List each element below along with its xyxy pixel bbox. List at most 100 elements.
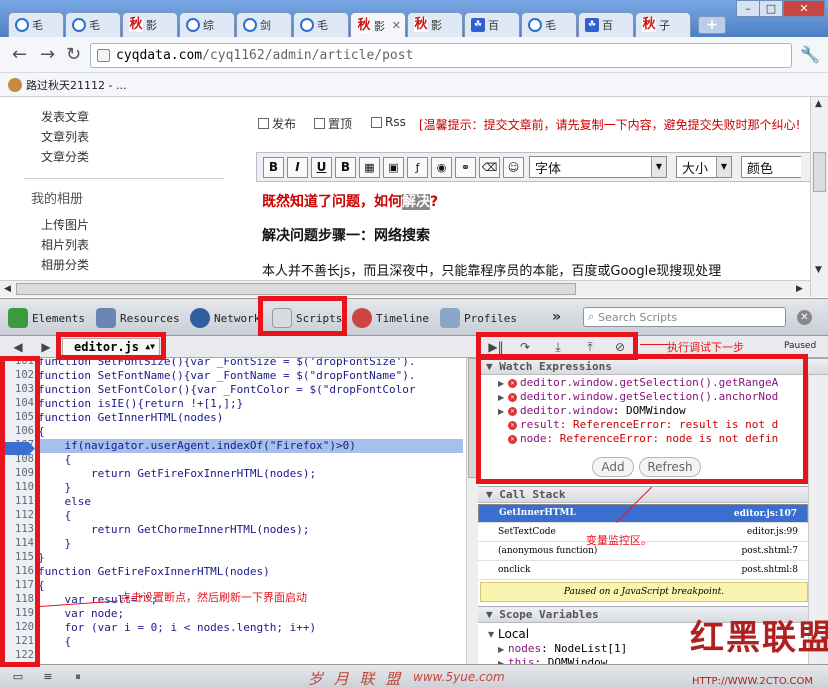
history-forward-icon[interactable]: ▶ <box>36 339 56 355</box>
media-icon[interactable]: ◉ <box>431 156 452 178</box>
tab-10[interactable]: ☘ 百 <box>578 12 634 37</box>
content-subheading[interactable]: 解决问题步骤一：网络搜索 <box>262 225 430 245</box>
flash-icon[interactable]: ƒ <box>407 156 428 178</box>
call-stack-header[interactable]: ▼ Call Stack <box>478 486 828 503</box>
sidebar-item-post[interactable]: 发表文章 <box>41 108 89 125</box>
tab-9[interactable]: 毛 <box>521 12 577 37</box>
code-line[interactable] <box>38 649 463 663</box>
history-back-icon[interactable]: ◀ <box>8 339 28 355</box>
bookmark-item[interactable]: 路过秋天21112 - ... <box>26 77 126 93</box>
tab-1[interactable]: 毛 <box>65 12 121 37</box>
close-window-button[interactable]: ✕ <box>783 0 825 17</box>
scroll-down-icon[interactable]: ▼ <box>815 265 822 275</box>
console-icon[interactable]: ≡ <box>38 669 58 685</box>
tab-2[interactable]: 秋影 <box>122 12 178 37</box>
rss-checkbox[interactable] <box>371 116 382 128</box>
call-frame[interactable]: onclick post.shtml:8 <box>478 561 808 580</box>
code-line[interactable]: function SetFontColor(){var _FontColor =… <box>38 383 463 397</box>
tab-elements[interactable]: Elements <box>8 305 85 331</box>
content-paragraph[interactable]: 本人并不善长js，而且深夜中，只能靠程序员的本能，百度或Google现搜现处理 <box>262 260 721 279</box>
code-line[interactable]: for (var i = 0; i < nodes.length; i++) <box>38 621 463 635</box>
sidebar-item-article-category[interactable]: 文章分类 <box>41 148 89 165</box>
call-frame[interactable]: GetInnerHTML editor.js:107 <box>478 504 808 523</box>
publish-checkbox[interactable] <box>258 118 269 129</box>
scope-variable[interactable]: this: DOMWindow <box>508 656 607 664</box>
scroll-right-icon[interactable]: ▶ <box>796 284 803 294</box>
font-select[interactable]: 字体 ▼ <box>529 156 667 178</box>
table-icon[interactable]: ▦ <box>359 156 380 178</box>
color-select[interactable]: 颜色 <box>741 156 801 178</box>
tab-5[interactable]: 毛 <box>293 12 349 37</box>
call-frame-function: SetTextCode <box>498 527 556 537</box>
more-tabs-icon[interactable]: » <box>552 309 561 325</box>
tab-network[interactable]: Network <box>190 305 260 331</box>
close-devtools-icon[interactable]: ✕ <box>797 310 812 325</box>
page-vertical-scrollbar[interactable]: ▲ ▼ <box>810 97 828 297</box>
close-tab-icon[interactable]: ✕ <box>392 19 401 32</box>
code-line[interactable]: else <box>38 495 463 509</box>
tab-6[interactable]: 秋影 ✕ <box>350 12 406 38</box>
code-line[interactable]: function GetInnerHTML(nodes) <box>38 411 463 425</box>
reload-button[interactable]: ↻ <box>66 45 81 65</box>
image-icon[interactable]: ▣ <box>383 156 404 178</box>
tab-timeline[interactable]: Timeline <box>352 305 429 331</box>
code-line[interactable]: var node; <box>38 607 463 621</box>
tab-7[interactable]: 秋影 <box>407 12 463 37</box>
code-line[interactable]: { <box>38 453 463 467</box>
italic-button[interactable]: I <box>287 156 308 178</box>
scroll-left-icon[interactable]: ◀ <box>4 284 11 294</box>
page-horizontal-scrollbar[interactable]: ◀ ▶ <box>0 280 810 297</box>
smiley-icon[interactable]: ☺ <box>503 156 524 178</box>
eraser-icon[interactable]: ⌫ <box>479 156 500 178</box>
sidebar-item-article-list[interactable]: 文章列表 <box>41 128 89 145</box>
minimize-button[interactable]: – <box>736 0 760 17</box>
back-button[interactable]: ← <box>12 45 27 65</box>
tab-3[interactable]: 综 <box>179 12 235 37</box>
code-line[interactable]: } <box>38 537 463 551</box>
tab-8[interactable]: ☘ 百 <box>464 12 520 37</box>
sidebar-item-photo-list[interactable]: 相片列表 <box>41 236 89 253</box>
code-line-breakpoint[interactable]: if(navigator.userAgent.indexOf("Firefox"… <box>38 439 463 453</box>
scroll-up-icon[interactable]: ▲ <box>815 99 822 109</box>
dock-icon[interactable]: ▭ <box>8 669 28 685</box>
sidebar-item-upload[interactable]: 上传图片 <box>41 216 89 233</box>
tab-4[interactable]: 剑 <box>236 12 292 37</box>
code-line[interactable]: } <box>38 551 463 565</box>
forward-button[interactable]: → <box>40 45 55 65</box>
expand-icon[interactable]: ▶ <box>498 645 504 654</box>
code-line[interactable]: function isIE(){return !+[1,];} <box>38 397 463 411</box>
page-hscroll-thumb[interactable] <box>16 283 576 295</box>
bold-button[interactable]: B <box>263 156 284 178</box>
content-heading[interactable]: 既然知道了问题，如何解决? <box>262 191 438 211</box>
code-line[interactable]: function GetFireFoxInnerHTML(nodes) <box>38 565 463 579</box>
search-scripts-input[interactable]: ⌕ Search Scripts <box>583 307 786 327</box>
code-line[interactable]: return GetFireFoxInnerHTML(nodes); <box>38 467 463 481</box>
maximize-button[interactable]: □ <box>759 0 783 17</box>
tab-11[interactable]: 秋子 <box>635 12 691 37</box>
new-tab-button[interactable]: + <box>698 16 726 34</box>
pause-on-exceptions-icon[interactable]: ⏸ <box>68 669 88 685</box>
sidebar-item-album-category[interactable]: 相册分类 <box>41 256 89 273</box>
bold-alt-button[interactable]: B <box>335 156 356 178</box>
option-top[interactable]: 置顶 <box>314 115 352 132</box>
code-line[interactable]: return GetChormeInnerHTML(nodes); <box>38 523 463 537</box>
top-checkbox[interactable] <box>314 118 325 129</box>
option-rss[interactable]: Rss <box>371 115 406 129</box>
code-line[interactable]: function SetFontName(){var _FontName = $… <box>38 369 463 383</box>
tab-resources[interactable]: Resources <box>96 305 180 331</box>
address-bar[interactable]: cyqdata.com/cyq1162/admin/article/post <box>90 43 792 68</box>
code-line[interactable]: { <box>38 635 463 649</box>
option-publish[interactable]: 发布 <box>258 115 296 132</box>
code-line[interactable]: { <box>38 509 463 523</box>
scope-variable[interactable]: nodes: NodeList[1] <box>508 642 627 655</box>
page-scroll-thumb[interactable] <box>813 152 826 192</box>
link-icon[interactable]: ⚭ <box>455 156 476 178</box>
code-line[interactable]: { <box>38 425 463 439</box>
expand-local-icon[interactable]: ▼ <box>488 630 494 639</box>
wrench-icon[interactable]: 🔧 <box>800 45 820 64</box>
size-select[interactable]: 大小 ▼ <box>676 156 732 178</box>
underline-button[interactable]: U <box>311 156 332 178</box>
tab-profiles[interactable]: Profiles <box>440 305 517 331</box>
tab-0[interactable]: 毛 <box>8 12 64 37</box>
code-line[interactable]: } <box>38 481 463 495</box>
